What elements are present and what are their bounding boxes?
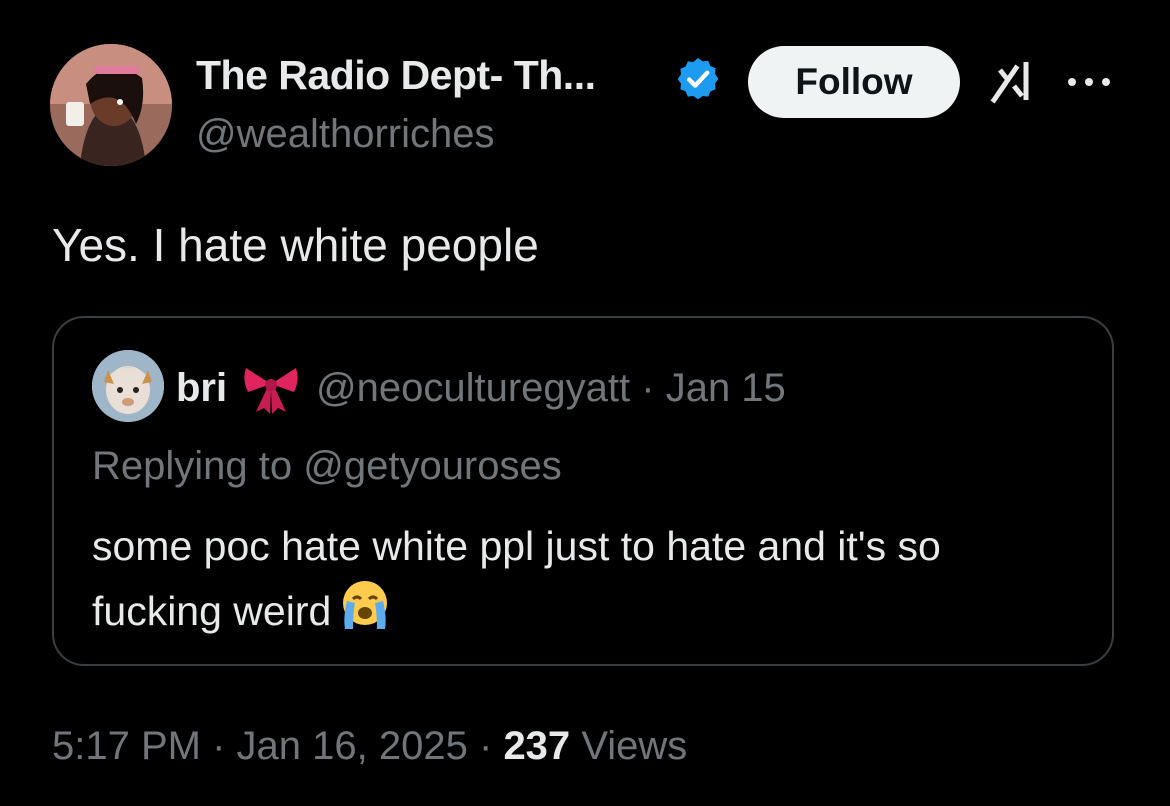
replying-to-label: Replying to @getyouroses (92, 444, 562, 488)
loudly-crying-face-icon (337, 577, 393, 633)
views-count[interactable]: 237 (503, 724, 570, 768)
verified-badge-icon[interactable] (674, 55, 722, 103)
quoted-author-handle[interactable]: @neoculturegyatt (316, 366, 630, 410)
meta-separator: · (641, 366, 655, 410)
footer-separator: · (212, 724, 226, 768)
quoted-tweet-meta: @neoculturegyatt · Jan 15 (316, 366, 786, 411)
tweet-text: Yes. I hate white people (52, 219, 539, 271)
quoted-author-avatar[interactable] (92, 350, 164, 422)
author-display-name[interactable]: The Radio Dept- Th... (196, 52, 596, 99)
avatar-illustration (50, 44, 172, 166)
quoted-tweet-date[interactable]: Jan 15 (666, 366, 786, 410)
ribbon-bow-icon (240, 360, 302, 416)
quoted-author-name[interactable]: bri (176, 366, 227, 411)
tweet-footer: 5:17 PM · Jan 16, 2025 · 237 Views (52, 724, 687, 769)
grok-icon[interactable] (986, 56, 1038, 108)
quoted-avatar-illustration (92, 350, 164, 422)
quoted-tweet-text: some poc hate white ppl just to hate and… (92, 516, 1082, 642)
tweet-date[interactable]: Jan 16, 2025 (237, 724, 468, 768)
quoted-tweet-body: some poc hate white ppl just to hate and… (92, 523, 941, 634)
tweet-time[interactable]: 5:17 PM (52, 724, 201, 768)
author-avatar[interactable] (50, 44, 172, 166)
footer-separator-2: · (478, 724, 493, 768)
author-handle[interactable]: @wealthorriches (196, 112, 495, 157)
more-options-icon[interactable] (1064, 74, 1114, 90)
views-label[interactable]: Views (581, 724, 687, 768)
follow-button[interactable]: Follow (748, 46, 960, 118)
